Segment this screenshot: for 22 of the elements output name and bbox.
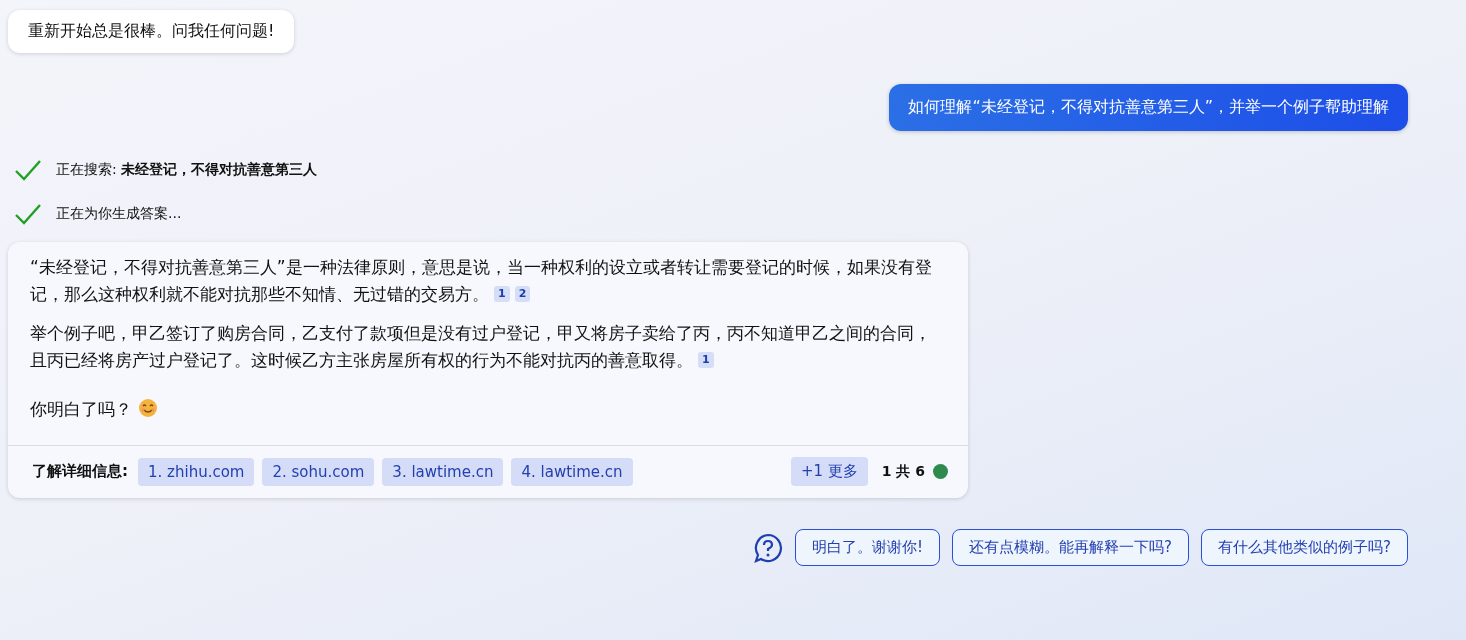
source-link[interactable]: 1. zhihu.com	[138, 457, 255, 486]
greeting-message: 重新开始总是很棒。问我任何问题!	[8, 10, 295, 53]
response-counter: 1 共 6	[881, 462, 925, 481]
suggestion-button[interactable]: 明白了。谢谢你!	[795, 529, 941, 566]
citation-link[interactable]: 1	[698, 352, 714, 368]
answer-paragraph: 你明白了吗？	[30, 396, 944, 423]
source-link[interactable]: 3. lawtime.cn	[382, 457, 504, 486]
progress-text: 正在为你生成答案...	[56, 205, 182, 223]
source-link[interactable]: 2. sohu.com	[262, 457, 375, 486]
source-link[interactable]: 4. lawtime.cn	[511, 457, 633, 486]
sources-label: 了解详细信息:	[32, 462, 128, 481]
more-sources-link[interactable]: +1 更多	[790, 457, 868, 486]
progress-text: 正在搜索: 未经登记，不得对抗善意第三人	[56, 161, 318, 179]
suggestion-button[interactable]: 有什么其他类似的例子吗?	[1201, 529, 1408, 566]
user-message: 如何理解“未经登记，不得对抗善意第三人”，并举一个例子帮助理解	[889, 84, 1408, 131]
status-dot	[933, 464, 948, 479]
citation-link[interactable]: 2	[514, 286, 531, 302]
answer-paragraph: 举个例子吧，甲乙签订了购房合同，乙支付了款项但是没有过户登记，甲又将房子卖给了丙，丙不知道甲乙之间的合同，且丙已经将房产过户登记了。这时候乙方主张房屋所有权的行为不能对抗丙的善意取得。 1	[30, 322, 932, 372]
citation-link[interactable]: 1	[494, 286, 510, 302]
answer-paragraph: “未经登记，不得对抗善意第三人”是一种法律原则，意思是说，当一种权利的设立或者转让需要登记的时候，如果没有登记，那么这种权利就不能对抗那些不知情、无过错的交易方。 1 2	[30, 256, 933, 306]
help-icon[interactable]	[753, 532, 784, 563]
suggestion-button[interactable]: 还有点模糊。能再解释一下吗?	[952, 529, 1190, 566]
